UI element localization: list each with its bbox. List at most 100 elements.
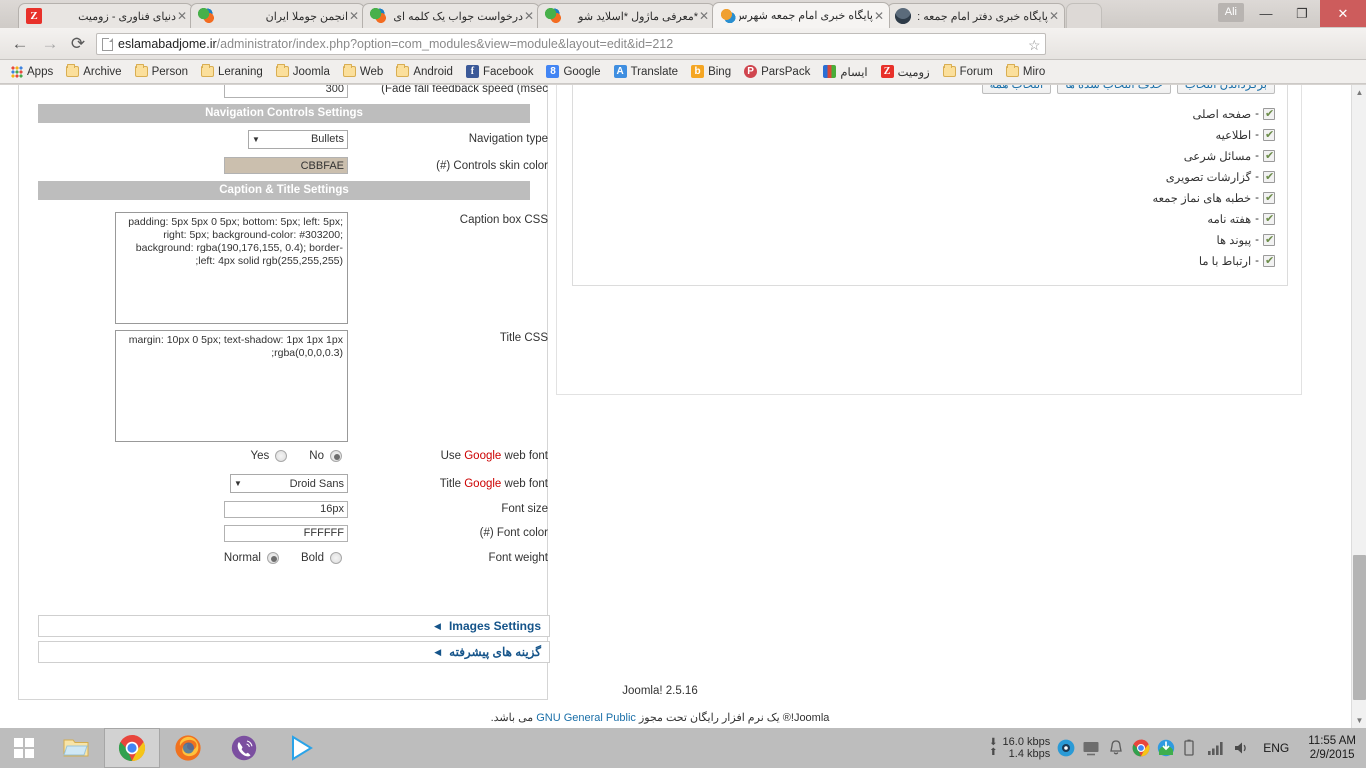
- title-css-textarea[interactable]: margin: 10px 0 5px; text-shadow: 1px 1px…: [115, 330, 348, 442]
- select-all-button[interactable]: انتخاب همه: [981, 85, 1052, 94]
- bookmark-joomla[interactable]: Joomla: [271, 62, 335, 82]
- bookmark-zoomit[interactable]: Z زومیت: [876, 62, 935, 82]
- collapsible-images-settings[interactable]: Images Settings ◀: [38, 615, 550, 637]
- bookmark-android[interactable]: Android: [391, 62, 458, 82]
- volume-icon[interactable]: [1232, 739, 1250, 757]
- bookmark-google[interactable]: 8 Google: [541, 62, 605, 82]
- menu-item-checkbox[interactable]: [1263, 170, 1275, 183]
- scroll-down-arrow-icon[interactable]: ▼: [1352, 713, 1366, 728]
- radio-bold[interactable]: Bold: [301, 552, 342, 564]
- radio-button-yes[interactable]: [275, 450, 288, 462]
- radio-button-normal[interactable]: [266, 552, 279, 564]
- close-tab-icon[interactable]: ✕: [348, 10, 360, 22]
- browser-tab[interactable]: Z دنیای فناوری - زومیت ✕: [18, 3, 193, 28]
- clock[interactable]: 11:55 AM 2/9/2015: [1302, 734, 1362, 762]
- menu-item-checkbox[interactable]: [1263, 233, 1275, 246]
- media-player-icon: [292, 735, 313, 761]
- menu-item[interactable]: - پیوند ها: [585, 229, 1275, 250]
- menu-item[interactable]: - هفته نامه: [585, 208, 1275, 229]
- back-icon[interactable]: ←: [10, 34, 30, 54]
- radio-yes[interactable]: Yes: [251, 450, 288, 462]
- maximize-button[interactable]: ❐: [1284, 0, 1320, 27]
- controls-skin-color-input[interactable]: CBBFAE: [224, 157, 348, 174]
- menu-item-checkbox[interactable]: [1263, 254, 1275, 267]
- menu-item[interactable]: - مسائل شرعی: [585, 145, 1275, 166]
- deselect-all-button[interactable]: حذف انتخاب شده ها: [1057, 85, 1171, 94]
- bookmark-forum[interactable]: Forum: [938, 62, 998, 82]
- browser-tab[interactable]: *معرفی ماژول *اسلاید شو ✕: [537, 3, 715, 28]
- bookmark-translate[interactable]: A Translate: [609, 62, 684, 82]
- bookmark-facebook[interactable]: f Facebook: [461, 62, 539, 82]
- menu-item[interactable]: - خطبه های نماز جمعه: [585, 187, 1275, 208]
- minimize-button[interactable]: —: [1248, 0, 1284, 27]
- bookmark-miro[interactable]: Miro: [1001, 62, 1050, 82]
- new-tab-button[interactable]: [1066, 3, 1102, 28]
- font-color-input[interactable]: [224, 524, 348, 542]
- page-info-icon[interactable]: [102, 37, 113, 51]
- bookmark-archive[interactable]: Archive: [61, 62, 126, 82]
- close-window-button[interactable]: ✕: [1320, 0, 1366, 27]
- bookmark-web[interactable]: Web: [338, 62, 388, 82]
- display-icon[interactable]: [1082, 739, 1100, 757]
- bookmark-star-icon[interactable]: ☆: [1028, 37, 1041, 54]
- radio-no[interactable]: No: [309, 450, 342, 462]
- close-tab-icon[interactable]: ✕: [523, 10, 535, 22]
- taskbar-firefox[interactable]: [160, 728, 216, 768]
- viber-tray-icon[interactable]: [1057, 739, 1075, 757]
- navigation-type-select[interactable]: Bullets ▼: [248, 129, 348, 149]
- menu-item-checkbox[interactable]: [1263, 149, 1275, 162]
- menu-item-checkbox[interactable]: [1263, 212, 1275, 225]
- bookmark-person[interactable]: Person: [130, 62, 193, 82]
- bookmark-esam[interactable]: ایسام: [818, 62, 872, 82]
- menu-item[interactable]: - صفحه اصلی: [585, 103, 1275, 124]
- close-tab-icon[interactable]: ✕: [873, 10, 885, 22]
- signal-icon[interactable]: [1207, 739, 1225, 757]
- start-button[interactable]: [0, 728, 48, 768]
- browser-tab[interactable]: انجمن جوملا ایران ✕: [190, 3, 365, 28]
- user-profile-chip[interactable]: Ali: [1217, 3, 1244, 22]
- radio-button-bold[interactable]: [330, 552, 342, 564]
- caption-box-css-textarea[interactable]: padding: 5px 5px 0 5px; bottom: 5px; lef…: [115, 212, 348, 324]
- language-indicator[interactable]: ENG: [1257, 741, 1295, 755]
- address-bar[interactable]: eslamabadjome.ir/administrator/index.php…: [96, 33, 1046, 55]
- battery-icon[interactable]: [1182, 739, 1200, 757]
- menu-item[interactable]: - ارتباط با ما: [585, 250, 1275, 271]
- esam-icon: [823, 65, 837, 78]
- radio-normal[interactable]: Normal: [224, 552, 279, 564]
- font-size-input[interactable]: [224, 500, 348, 518]
- forward-icon[interactable]: →: [40, 34, 60, 54]
- notification-bell-icon[interactable]: [1107, 739, 1125, 757]
- collapsible-advanced-options[interactable]: گزینه های پیشرفته ◀: [38, 641, 550, 663]
- close-tab-icon[interactable]: ✕: [1048, 10, 1060, 22]
- radio-button-no[interactable]: [330, 450, 342, 462]
- page-scrollbar[interactable]: ▲ ▼: [1351, 85, 1366, 728]
- menu-item-checkbox[interactable]: [1263, 128, 1275, 141]
- bookmark-bing[interactable]: b Bing: [686, 62, 736, 82]
- taskbar-media-player[interactable]: [272, 728, 328, 768]
- browser-tab-active[interactable]: پایگاه خبری امام جمعه شهرس ✕: [712, 2, 890, 28]
- fade-fall-input[interactable]: [224, 85, 348, 98]
- scroll-up-arrow-icon[interactable]: ▲: [1352, 85, 1366, 100]
- bookmark-leraning[interactable]: Leraning: [196, 62, 268, 82]
- scrollbar-thumb[interactable]: [1353, 555, 1366, 700]
- menu-item[interactable]: - گزارشات تصویری: [585, 166, 1275, 187]
- title-google-web-font-select[interactable]: Droid Sans ▼: [230, 474, 348, 493]
- chrome-tray-icon[interactable]: [1132, 739, 1150, 757]
- menu-item-checkbox[interactable]: [1263, 191, 1275, 204]
- close-tab-icon[interactable]: ✕: [698, 10, 710, 22]
- taskbar-viber[interactable]: [216, 728, 272, 768]
- browser-tab[interactable]: پایگاه خبری دفتر امام جمعه : ✕: [887, 3, 1065, 28]
- reload-icon[interactable]: ⟳: [68, 34, 88, 54]
- menu-item-checkbox[interactable]: [1263, 107, 1275, 120]
- browser-tab[interactable]: درخواست جواب یک کلمه ای ✕: [362, 3, 540, 28]
- idm-icon[interactable]: [1157, 739, 1175, 757]
- menu-item[interactable]: - اطلاعیه: [585, 124, 1275, 145]
- taskbar-file-explorer[interactable]: [48, 728, 104, 768]
- taskbar-chrome[interactable]: [104, 728, 160, 768]
- field-label: Use Google web font: [440, 450, 548, 462]
- bookmark-parspack[interactable]: P ParsPack: [739, 62, 815, 82]
- bookmark-apps[interactable]: Apps: [6, 62, 58, 82]
- close-tab-icon[interactable]: ✕: [176, 10, 188, 22]
- toggle-selection-button[interactable]: برگرداندن انتخاب: [1176, 85, 1275, 94]
- gnu-license-link[interactable]: GNU General Public: [536, 712, 636, 724]
